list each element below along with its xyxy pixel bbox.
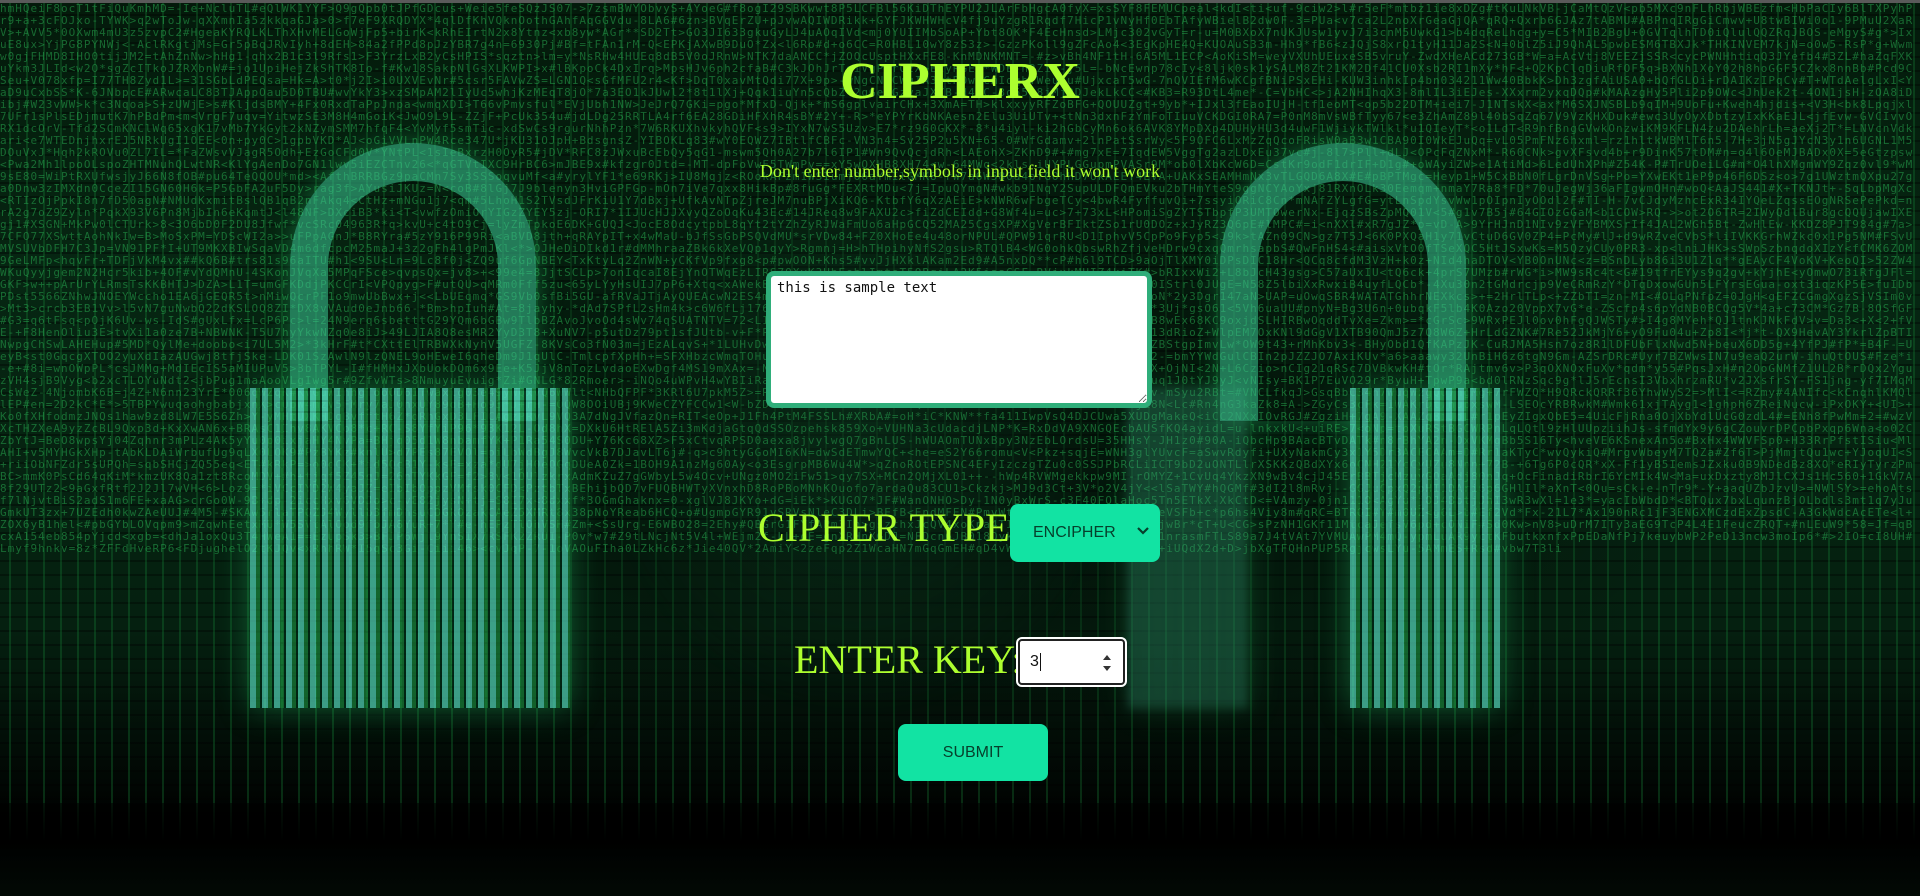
key-value: 3 <box>1030 653 1039 670</box>
page-title: CIPHERX <box>840 53 1080 110</box>
cipher-type-label: CIPHER TYPE: <box>758 505 1021 550</box>
spinner-arrows-icon[interactable] <box>1101 653 1113 673</box>
text-cursor <box>1039 653 1041 671</box>
submit-button[interactable]: SUBMIT <box>898 724 1048 781</box>
chevron-down-icon <box>1136 524 1150 538</box>
cipher-type-select[interactable]: ENCIPHER <box>1010 504 1160 562</box>
message-textarea[interactable]: this is sample text <box>766 271 1152 408</box>
enter-key-label: ENTER KEY: <box>794 637 1023 682</box>
cipher-type-selected-value: ENCIPHER <box>1033 524 1116 541</box>
key-number-input[interactable]: 3 <box>1016 637 1127 687</box>
input-warning-text: Don't enter number,symbols in input fiel… <box>759 161 1161 181</box>
